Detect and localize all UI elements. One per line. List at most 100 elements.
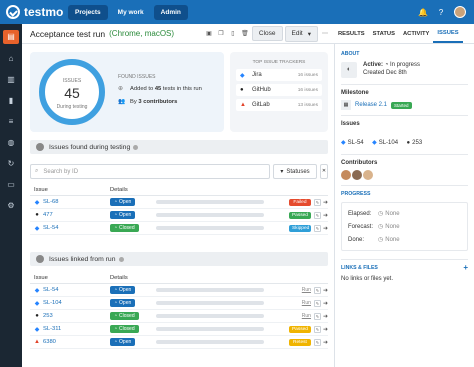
milestone-link[interactable]: Release 2.1 bbox=[355, 102, 387, 108]
arrow-right-icon[interactable]: ➜ bbox=[323, 225, 328, 232]
table-row[interactable]: ▲ 6380 ◔ Open Retest ✎ ➜ bbox=[30, 336, 328, 349]
avatar[interactable] bbox=[341, 170, 351, 180]
runs-icon[interactable]: ▤ bbox=[3, 30, 19, 44]
tab-status[interactable]: STATUS bbox=[369, 31, 399, 43]
bell-icon[interactable]: 🔔 bbox=[418, 8, 428, 17]
edit-icon[interactable]: ✎ bbox=[313, 211, 321, 219]
edit-icon[interactable]: ✎ bbox=[313, 299, 321, 307]
issue-link[interactable]: 477 bbox=[43, 212, 53, 218]
issue-link[interactable]: 6380 bbox=[43, 339, 56, 345]
result-badge: Retest bbox=[288, 338, 311, 346]
edit-icon[interactable]: ✎ bbox=[313, 224, 321, 232]
refresh-icon[interactable]: ↻ bbox=[4, 158, 18, 170]
table-row[interactable]: ◆ SL-54 ◔ Open Run ✎ ➜ bbox=[30, 284, 328, 297]
search-input[interactable]: ⌕ Search by ID bbox=[30, 164, 270, 179]
link-icon bbox=[36, 255, 44, 263]
list-icon[interactable]: ≡ bbox=[4, 116, 18, 128]
print-icon[interactable]: ▣ bbox=[204, 29, 214, 39]
gear-icon[interactable]: ⚙ bbox=[4, 200, 18, 212]
tab-activity[interactable]: ACTIVITY bbox=[399, 31, 433, 43]
table-row[interactable]: ◆ SL-104 ◔ Open Run ✎ ➜ bbox=[30, 297, 328, 310]
tracker-gitlab[interactable]: ▲ GitLab 13 issues bbox=[236, 99, 322, 111]
active-value: In progress bbox=[389, 62, 420, 68]
details-cell bbox=[156, 301, 289, 305]
table-row[interactable]: ● 253 ◔ Closed Run ✎ ➜ bbox=[30, 310, 328, 323]
monitor-icon[interactable]: ▭ bbox=[4, 179, 18, 191]
tab-results[interactable]: RESULTS bbox=[334, 31, 369, 43]
arrow-right-icon[interactable]: ➜ bbox=[323, 287, 328, 294]
issue-link[interactable]: SL-68 bbox=[43, 199, 58, 205]
avatar[interactable] bbox=[352, 170, 362, 180]
run-link[interactable]: Run bbox=[289, 287, 311, 293]
repository-icon[interactable]: ▥ bbox=[4, 74, 18, 86]
nav-admin[interactable]: Admin bbox=[153, 4, 188, 20]
edit-icon[interactable]: ✎ bbox=[313, 312, 321, 320]
edit-icon[interactable]: ✎ bbox=[313, 338, 321, 346]
statuses-filter[interactable]: ▾ Statuses bbox=[273, 164, 317, 179]
copy-icon[interactable]: ❐ bbox=[216, 29, 226, 39]
avatar[interactable] bbox=[363, 170, 373, 180]
home-icon[interactable]: ⌂ bbox=[4, 53, 18, 65]
search-row: ⌕ Search by ID ▾ Statuses ✕ bbox=[30, 164, 328, 179]
tab-issues[interactable]: ISSUES bbox=[433, 30, 463, 43]
add-link-button[interactable]: + bbox=[463, 264, 468, 272]
document-icon[interactable]: ▯ bbox=[228, 29, 238, 39]
edit-button[interactable]: Edit ▾ bbox=[284, 25, 318, 42]
table-row[interactable]: ◆ SL-68 ◔ Open Failed ✎ ➜ bbox=[30, 196, 328, 209]
clear-filter-icon[interactable]: ✕ bbox=[320, 164, 328, 179]
divider bbox=[341, 115, 468, 116]
issue-link[interactable]: 253 bbox=[43, 313, 53, 319]
arrow-right-icon[interactable]: ➜ bbox=[323, 326, 328, 333]
more-icon[interactable]: ⋯ bbox=[320, 29, 330, 39]
book-icon[interactable]: ▮ bbox=[4, 95, 18, 107]
issue-link[interactable]: SL-54 bbox=[43, 287, 58, 293]
result-badge: Failed bbox=[288, 198, 311, 206]
help-icon[interactable] bbox=[133, 144, 139, 150]
arrow-right-icon[interactable]: ➜ bbox=[323, 199, 328, 206]
run-link[interactable]: Run bbox=[289, 313, 311, 319]
arrow-right-icon[interactable]: ➜ bbox=[323, 339, 328, 346]
table-row[interactable]: ◆ SL-311 ◔ Closed Passed ✎ ➜ bbox=[30, 323, 328, 336]
edit-icon[interactable]: ✎ bbox=[313, 286, 321, 294]
globe-icon[interactable]: ◍ bbox=[4, 137, 18, 149]
issue-link[interactable]: SL-54 bbox=[43, 225, 58, 231]
run-link[interactable]: Run bbox=[289, 300, 311, 306]
arrow-right-icon[interactable]: ➜ bbox=[323, 313, 328, 320]
tracker-name: GitHub bbox=[252, 87, 271, 93]
close-button[interactable]: Close bbox=[251, 26, 283, 41]
edit-icon[interactable]: ✎ bbox=[313, 325, 321, 333]
nav-projects[interactable]: Projects bbox=[68, 4, 108, 20]
tracker-jira[interactable]: ◆ Jira 16 issues bbox=[236, 69, 322, 81]
status-icon: ◔ bbox=[114, 212, 118, 218]
table-row[interactable]: ● 477 ◔ Open Passed ✎ ➜ bbox=[30, 209, 328, 222]
arrow-right-icon[interactable]: ➜ bbox=[323, 212, 328, 219]
user-avatar[interactable] bbox=[454, 6, 466, 18]
details-placeholder bbox=[156, 226, 264, 230]
issue-chip[interactable]: ◆ SL-54 bbox=[341, 139, 364, 147]
issue-chip[interactable]: ● 253 bbox=[407, 140, 423, 146]
issue-link[interactable]: SL-311 bbox=[43, 326, 61, 332]
progress-key: Done: bbox=[348, 236, 365, 243]
issues-chips: ◆ SL-54 ◆ SL-104 ● 253 bbox=[341, 131, 468, 149]
help-icon[interactable]: ? bbox=[436, 8, 446, 17]
status-text: Open bbox=[119, 300, 132, 306]
tracker-count: 13 issues bbox=[297, 102, 318, 108]
table-row[interactable]: ◆ SL-54 ◔ Closed Skipped ✎ ➜ bbox=[30, 222, 328, 235]
tracker-github[interactable]: ● GitHub 16 issues bbox=[236, 84, 322, 96]
status-icon: ◔ bbox=[114, 339, 118, 345]
issue-chip[interactable]: ◆ SL-104 bbox=[372, 139, 398, 147]
right-tabs: RESULTS STATUS ACTIVITY ISSUES bbox=[334, 24, 474, 44]
milestone-heading: Milestone bbox=[341, 90, 369, 96]
divider bbox=[341, 259, 468, 260]
issue-link[interactable]: SL-104 bbox=[43, 300, 62, 306]
ring-label: ISSUES bbox=[62, 78, 82, 84]
delete-icon[interactable]: 🗑 bbox=[240, 29, 250, 39]
arrow-right-icon[interactable]: ➜ bbox=[323, 300, 328, 307]
divider bbox=[341, 185, 468, 186]
edit-icon[interactable]: ✎ bbox=[313, 198, 321, 206]
help-icon[interactable] bbox=[118, 256, 124, 262]
brand[interactable]: testmo bbox=[0, 5, 68, 19]
status-badge: ◔ Open bbox=[110, 198, 136, 206]
nav-my-work[interactable]: My work bbox=[111, 5, 151, 20]
linked-table-header: Issue Details bbox=[30, 272, 328, 284]
